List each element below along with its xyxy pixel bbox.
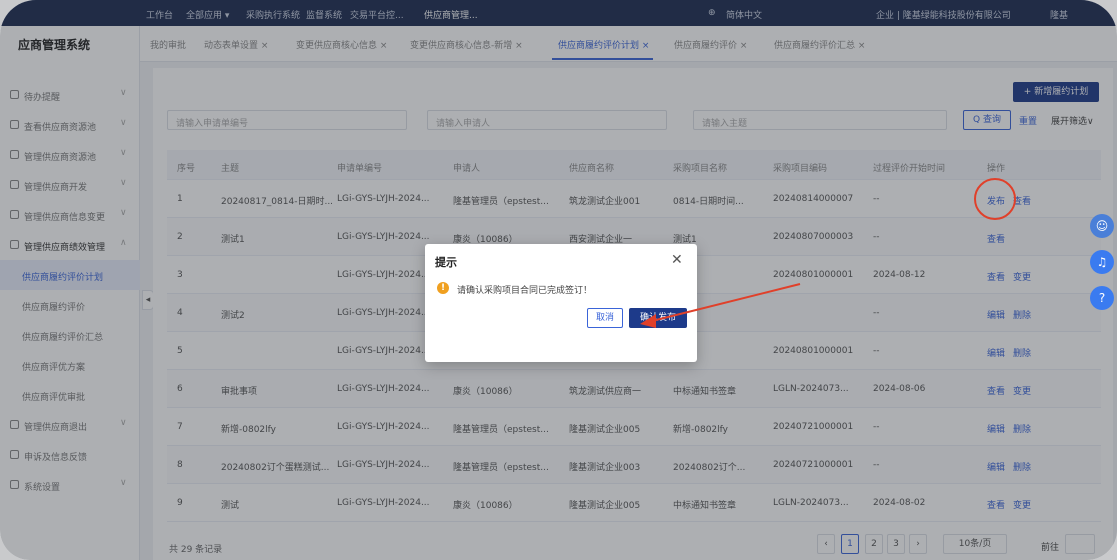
help-icon[interactable]: ?: [1090, 286, 1114, 310]
app-window: 工作台 全部应用 ▾ 采购执行系统 监督系统 交易平台控... 供应商管理...…: [0, 0, 1117, 560]
robot-assistant-icon[interactable]: ☺: [1090, 214, 1114, 238]
headset-icon[interactable]: ♫: [1090, 250, 1114, 274]
annotation-arrow: [640, 283, 801, 328]
